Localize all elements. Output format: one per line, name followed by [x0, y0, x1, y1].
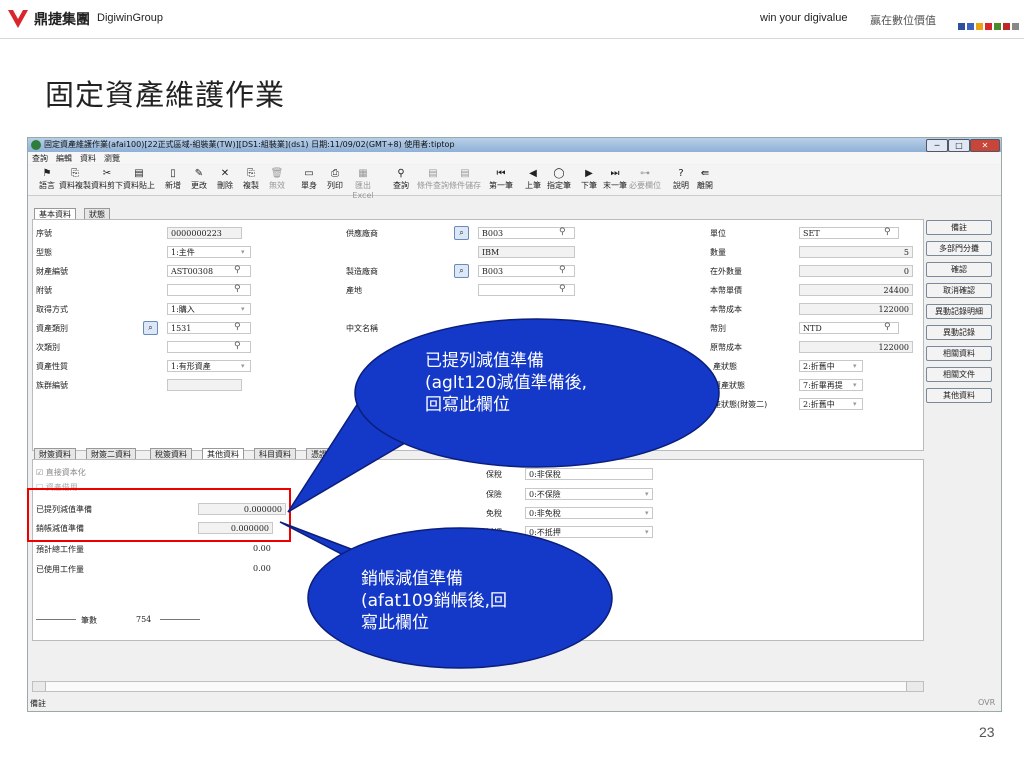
callout-bottom-line1: 銷帳減值準備: [361, 569, 463, 589]
callout-top-line1: 已提列減值準備: [425, 351, 544, 371]
callout-bottom-line2: (afat109銷帳後,回: [361, 591, 507, 611]
callout-bottom-line3: 寫此欄位: [361, 613, 429, 633]
callout-top-line3: 回寫此欄位: [425, 395, 510, 415]
callout-top-line2: (aglt120減值準備後,: [425, 373, 588, 393]
page-number: 23: [979, 724, 995, 740]
